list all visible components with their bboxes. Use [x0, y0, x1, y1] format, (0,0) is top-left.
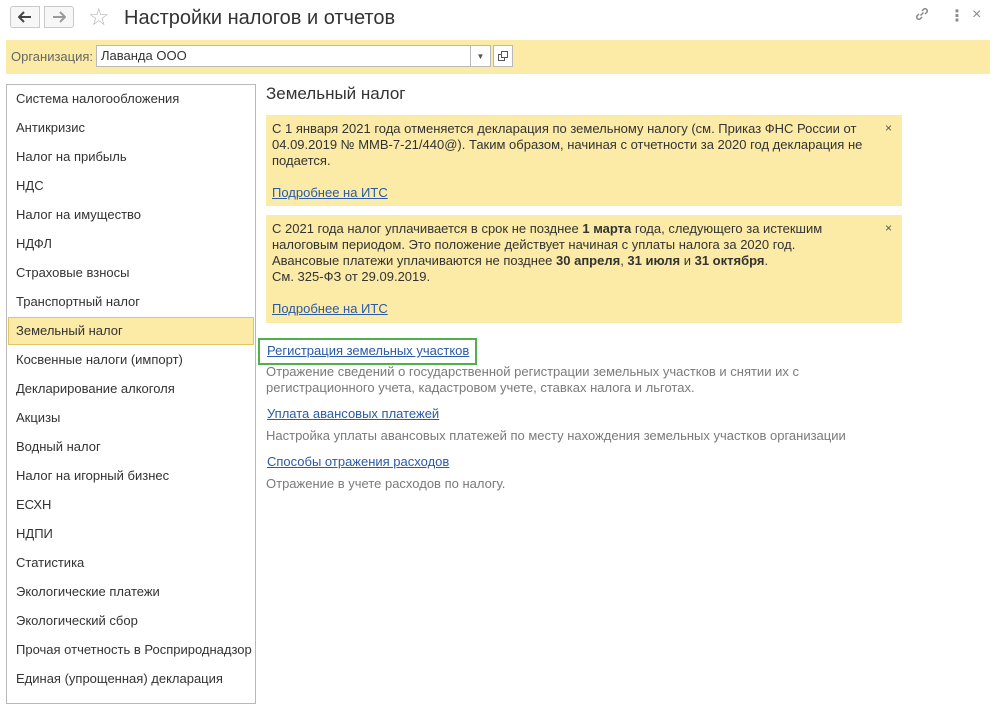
- star-icon[interactable]: ☆: [88, 4, 110, 32]
- organization-bar: Организация: Лаванда ООО ▼: [6, 40, 990, 74]
- organization-open-button[interactable]: [493, 45, 513, 67]
- title-bar: ☆ Настройки налогов и отчетов ⋮ ×: [0, 0, 996, 38]
- sidebar-item[interactable]: Страховые взносы: [8, 259, 254, 287]
- page-title: Настройки налогов и отчетов: [124, 7, 396, 29]
- notice-text: См. 325-ФЗ от 29.09.2019.: [272, 269, 431, 284]
- sidebar-item[interactable]: НДПИ: [8, 520, 254, 548]
- sidebar-item[interactable]: Экологический сбор: [8, 607, 254, 635]
- sidebar-item[interactable]: Система налогообложения: [8, 85, 254, 113]
- link-description: Отражение в учете расходов по налогу.: [266, 476, 506, 491]
- link-expense-methods[interactable]: Способы отражения расходов: [267, 454, 449, 469]
- sidebar-item[interactable]: Транспортный налог: [8, 288, 254, 316]
- close-icon[interactable]: ×: [885, 220, 892, 236]
- notice-more-link[interactable]: Подробнее на ИТС: [272, 301, 388, 317]
- sidebar-item[interactable]: ЕСХН: [8, 491, 254, 519]
- sidebar-item[interactable]: НДФЛ: [8, 230, 254, 258]
- link-land-registration[interactable]: Регистрация земельных участков: [267, 343, 469, 358]
- sidebar-item[interactable]: Налог на игорный бизнес: [8, 462, 254, 490]
- sidebar-item[interactable]: Налог на прибыль: [8, 143, 254, 171]
- close-icon[interactable]: ×: [972, 6, 981, 24]
- open-window-icon: [498, 51, 508, 61]
- link-description: Отражение сведений о государственной рег…: [266, 364, 799, 395]
- organization-input[interactable]: Лаванда ООО: [96, 45, 471, 67]
- notice-text: С 1 января 2021 года отменяется декларац…: [272, 121, 863, 168]
- forward-button[interactable]: [44, 6, 74, 28]
- sidebar-item[interactable]: Земельный налог: [8, 317, 254, 345]
- notice-payment-terms: С 2021 года налог уплачивается в срок не…: [266, 215, 902, 323]
- sidebar-item[interactable]: Декларирование алкоголя: [8, 375, 254, 403]
- notice-text: С 2021 года налог уплачивается в срок не…: [272, 221, 823, 252]
- link-description: Настройка уплаты авансовых платежей по м…: [266, 428, 846, 443]
- sidebar-item[interactable]: Водный налог: [8, 433, 254, 461]
- section-heading: Земельный налог: [266, 84, 406, 103]
- organization-label: Организация:: [11, 49, 94, 64]
- sidebar-item[interactable]: Единая (упрощенная) декларация: [8, 665, 254, 693]
- sidebar-item[interactable]: Экологические платежи: [8, 578, 254, 606]
- notice-more-link[interactable]: Подробнее на ИТС: [272, 185, 388, 201]
- organization-dropdown-button[interactable]: ▼: [470, 45, 491, 67]
- notice-declaration-cancel: С 1 января 2021 года отменяется декларац…: [266, 115, 902, 206]
- sidebar-item[interactable]: Прочая отчетность в Росприроднадзор: [8, 636, 254, 664]
- sidebar-item[interactable]: Антикризис: [8, 114, 254, 142]
- tax-section-list: Система налогообложения Антикризис Налог н…: [6, 84, 256, 704]
- link-icon[interactable]: [914, 6, 930, 27]
- sidebar-item[interactable]: Статистика: [8, 549, 254, 577]
- close-icon[interactable]: ×: [885, 120, 892, 136]
- more-vertical-icon[interactable]: ⋮: [949, 6, 965, 26]
- sidebar-item[interactable]: Налог на имущество: [8, 201, 254, 229]
- arrow-right-icon: [53, 11, 66, 23]
- sidebar-item[interactable]: НДС: [8, 172, 254, 200]
- arrow-left-icon: [18, 11, 31, 23]
- chevron-down-icon: ▼: [476, 51, 485, 61]
- link-advance-payments[interactable]: Уплата авансовых платежей: [267, 406, 439, 421]
- notice-text: Авансовые платежи уплачиваются не поздне…: [272, 253, 769, 268]
- back-button[interactable]: [10, 6, 40, 28]
- sidebar-item[interactable]: Косвенные налоги (импорт): [8, 346, 254, 374]
- sidebar-item[interactable]: Акцизы: [8, 404, 254, 432]
